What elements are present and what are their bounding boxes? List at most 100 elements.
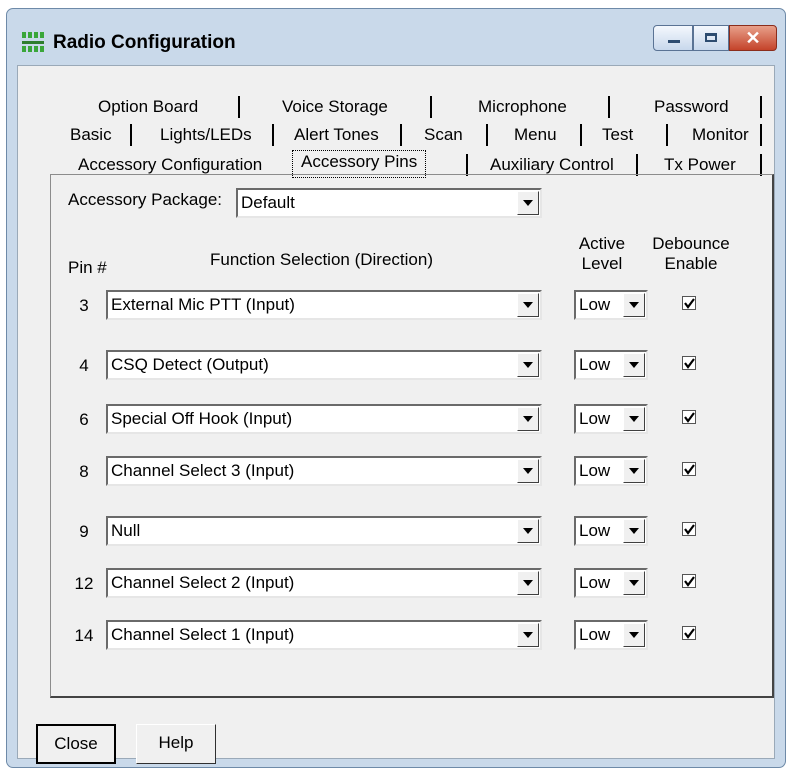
function-select-value: External Mic PTT (Input) bbox=[111, 295, 295, 314]
active-level-value: Low bbox=[579, 573, 611, 592]
tab-scan[interactable]: Scan bbox=[418, 122, 469, 148]
active-level-select[interactable]: Low bbox=[574, 350, 648, 380]
radio-configuration-window: Radio Configuration ✕ Option Board Voice… bbox=[6, 8, 786, 768]
chevron-down-icon[interactable] bbox=[517, 191, 539, 215]
radio-config-icon bbox=[21, 31, 45, 53]
tab-separator bbox=[272, 124, 274, 146]
checkmark-icon bbox=[684, 412, 695, 423]
chevron-down-icon[interactable] bbox=[623, 571, 645, 595]
tab-separator bbox=[760, 96, 762, 118]
maximize-button[interactable] bbox=[693, 25, 729, 51]
function-select[interactable]: Null bbox=[106, 516, 542, 546]
checkmark-icon bbox=[684, 464, 695, 475]
active-level-value: Low bbox=[579, 461, 611, 480]
tab-basic[interactable]: Basic bbox=[64, 122, 118, 148]
pin-number: 4 bbox=[79, 356, 89, 375]
function-select[interactable]: CSQ Detect (Output) bbox=[106, 350, 542, 380]
chevron-down-icon[interactable] bbox=[517, 407, 539, 431]
chevron-down-icon[interactable] bbox=[623, 623, 645, 647]
active-level-select[interactable]: Low bbox=[574, 404, 648, 434]
checkmark-icon bbox=[684, 358, 695, 369]
debounce-line1: Debounce bbox=[652, 234, 730, 253]
function-select-value: Special Off Hook (Input) bbox=[111, 409, 293, 428]
minimize-button[interactable] bbox=[653, 25, 693, 51]
active-level-line2: Level bbox=[581, 254, 623, 273]
chevron-down-icon[interactable] bbox=[623, 353, 645, 377]
chevron-down-icon[interactable] bbox=[517, 459, 539, 483]
chevron-down-icon[interactable] bbox=[517, 623, 539, 647]
tab-separator bbox=[486, 124, 488, 146]
active-level-value: Low bbox=[579, 355, 611, 374]
tab-separator bbox=[238, 96, 240, 118]
close-window-button[interactable]: ✕ bbox=[729, 25, 777, 51]
active-level-select[interactable]: Low bbox=[574, 620, 648, 650]
active-level-line1: Active bbox=[578, 234, 626, 253]
function-select[interactable]: Channel Select 3 (Input) bbox=[106, 456, 542, 486]
tab-separator bbox=[430, 96, 432, 118]
tab-separator bbox=[636, 154, 638, 176]
column-header-debounce: Debounce Enable bbox=[646, 234, 736, 274]
chevron-down-icon[interactable] bbox=[517, 353, 539, 377]
tab-lights-leds[interactable]: Lights/LEDs bbox=[154, 122, 258, 148]
active-level-select[interactable]: Low bbox=[574, 290, 648, 320]
maximize-icon bbox=[705, 33, 717, 42]
tab-test[interactable]: Test bbox=[596, 122, 639, 148]
tab-separator bbox=[580, 124, 582, 146]
tab-alert-tones[interactable]: Alert Tones bbox=[288, 122, 385, 148]
function-select[interactable]: Special Off Hook (Input) bbox=[106, 404, 542, 434]
close-button[interactable]: Close bbox=[36, 724, 116, 764]
chevron-down-icon[interactable] bbox=[623, 519, 645, 543]
tab-monitor[interactable]: Monitor bbox=[686, 122, 755, 148]
debounce-checkbox[interactable] bbox=[682, 522, 696, 536]
checkmark-icon bbox=[684, 576, 695, 587]
debounce-checkbox[interactable] bbox=[682, 574, 696, 588]
tab-voice-storage[interactable]: Voice Storage bbox=[276, 94, 394, 120]
function-select-value: Channel Select 2 (Input) bbox=[111, 573, 295, 592]
tab-microphone[interactable]: Microphone bbox=[472, 94, 573, 120]
function-select[interactable]: External Mic PTT (Input) bbox=[106, 290, 542, 320]
chevron-down-icon[interactable] bbox=[623, 459, 645, 483]
active-level-select[interactable]: Low bbox=[574, 568, 648, 598]
pin-number: 6 bbox=[79, 410, 89, 429]
accessory-package-select[interactable]: Default bbox=[236, 188, 542, 218]
active-level-value: Low bbox=[579, 409, 611, 428]
active-level-value: Low bbox=[579, 521, 611, 540]
tab-password[interactable]: Password bbox=[648, 94, 735, 120]
pin-number: 14 bbox=[74, 626, 94, 645]
function-select[interactable]: Channel Select 2 (Input) bbox=[106, 568, 542, 598]
pin-number: 3 bbox=[79, 296, 89, 315]
active-level-value: Low bbox=[579, 295, 611, 314]
debounce-checkbox[interactable] bbox=[682, 462, 696, 476]
active-level-select[interactable]: Low bbox=[574, 516, 648, 546]
debounce-checkbox[interactable] bbox=[682, 296, 696, 310]
chevron-down-icon[interactable] bbox=[517, 519, 539, 543]
close-icon: ✕ bbox=[745, 28, 761, 48]
function-select[interactable]: Channel Select 1 (Input) bbox=[106, 620, 542, 650]
chevron-down-icon[interactable] bbox=[623, 407, 645, 431]
checkmark-icon bbox=[684, 628, 695, 639]
window-title: Radio Configuration bbox=[53, 32, 236, 53]
tab-separator bbox=[400, 124, 402, 146]
debounce-checkbox[interactable] bbox=[682, 626, 696, 640]
chevron-down-icon[interactable] bbox=[517, 571, 539, 595]
active-level-select[interactable]: Low bbox=[574, 456, 648, 486]
pin-number: 12 bbox=[74, 574, 94, 593]
function-select-value: Null bbox=[111, 521, 141, 540]
function-select-value: CSQ Detect (Output) bbox=[111, 355, 269, 374]
function-select-value: Channel Select 1 (Input) bbox=[111, 625, 295, 644]
dialog-client-area: Option Board Voice Storage Microphone Pa… bbox=[17, 65, 775, 764]
help-button[interactable]: Help bbox=[136, 724, 216, 764]
tab-separator bbox=[608, 96, 610, 118]
debounce-checkbox[interactable] bbox=[682, 356, 696, 370]
tab-option-board[interactable]: Option Board bbox=[92, 94, 204, 120]
debounce-checkbox[interactable] bbox=[682, 410, 696, 424]
chevron-down-icon[interactable] bbox=[517, 293, 539, 317]
column-header-pin: Pin # bbox=[68, 258, 107, 277]
tab-menu[interactable]: Menu bbox=[508, 122, 563, 148]
title-bar[interactable]: Radio Configuration ✕ bbox=[7, 9, 785, 67]
accessory-package-label: Accessory Package: bbox=[68, 190, 223, 209]
pin-number: 9 bbox=[79, 522, 89, 541]
tab-separator bbox=[666, 124, 668, 146]
checkmark-icon bbox=[684, 524, 695, 535]
chevron-down-icon[interactable] bbox=[623, 293, 645, 317]
